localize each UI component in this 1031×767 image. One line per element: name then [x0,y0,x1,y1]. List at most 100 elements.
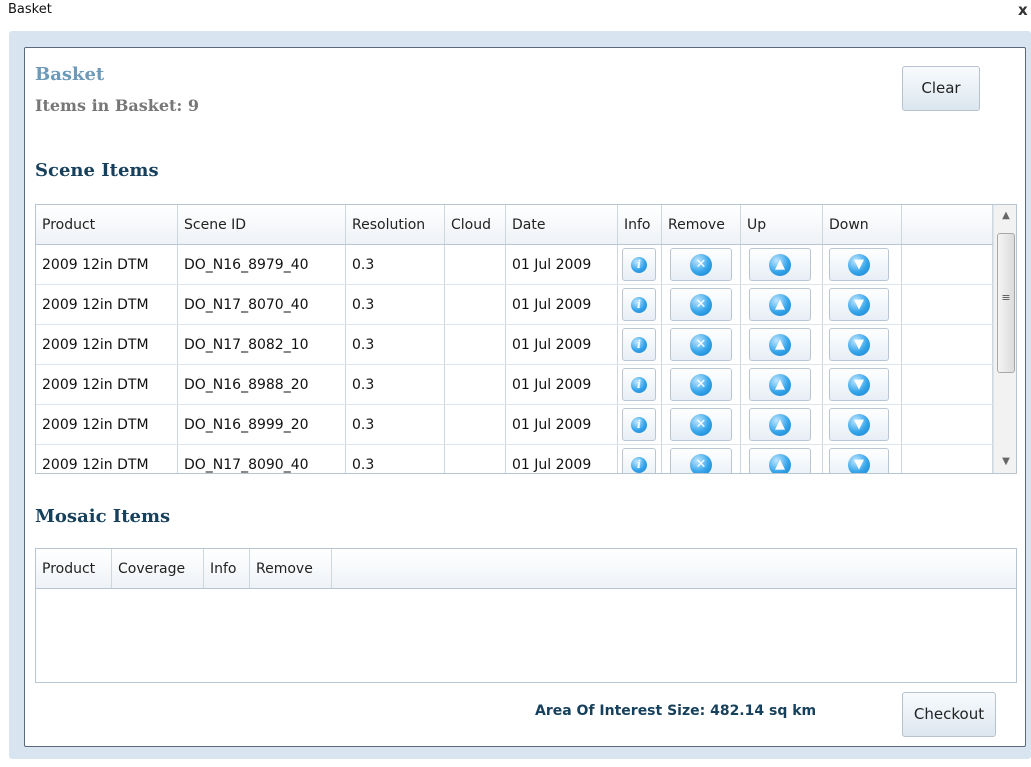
mosaic-items-heading: Mosaic Items [35,506,171,527]
info-button[interactable]: i [622,448,656,473]
cell-spacer [902,285,993,324]
move-down-button[interactable]: ▼ [829,448,889,473]
clear-button[interactable]: Clear [902,66,980,111]
move-down-icon: ▼ [848,333,870,356]
info-icon: i [631,296,647,313]
move-down-button[interactable]: ▼ [829,288,889,321]
window-title: Basket [8,2,52,17]
cell-info: i [618,445,662,473]
remove-icon: ✕ [690,373,712,396]
mosaic-items-table: Product Coverage Info Remove [35,548,1017,683]
column-header-scene-id[interactable]: Scene ID [178,205,346,244]
table-row[interactable]: 2009 12in DTM DO_N17_8082_10 0.3 01 Jul 200… [36,325,993,365]
move-down-button[interactable]: ▼ [829,248,889,281]
move-up-icon: ▲ [769,373,791,396]
scroll-up-arrow-icon[interactable]: ▲ [994,205,1016,227]
column-header-down: Down [823,205,902,244]
cell-date: 01 Jul 2009 [506,365,618,404]
cell-resolution: 0.3 [346,245,445,284]
info-button[interactable]: i [622,368,656,401]
cell-scene-id: DO_N16_8999_20 [178,405,346,444]
cell-cloud [445,325,506,364]
cell-date: 01 Jul 2009 [506,325,618,364]
checkout-button[interactable]: Checkout [902,692,996,737]
cell-remove: ✕ [662,245,741,284]
cell-resolution: 0.3 [346,285,445,324]
cell-spacer [902,325,993,364]
move-up-icon: ▲ [769,253,791,276]
info-icon: i [631,456,647,473]
scene-table-scrollbar[interactable]: ▲ ≡ ▼ [993,205,1016,473]
remove-button[interactable]: ✕ [670,368,732,401]
info-icon: i [631,416,647,433]
column-header-cloud[interactable]: Cloud [445,205,506,244]
move-up-button[interactable]: ▲ [749,328,811,361]
cell-spacer [902,365,993,404]
cell-down: ▼ [823,245,902,284]
column-header-resolution[interactable]: Resolution [346,205,445,244]
move-down-button[interactable]: ▼ [829,328,889,361]
area-of-interest-size: Area Of Interest Size: 482.14 sq km [535,703,817,719]
column-header-info: Info [618,205,662,244]
remove-button[interactable]: ✕ [670,288,732,321]
cell-product: 2009 12in DTM [36,325,178,364]
move-down-button[interactable]: ▼ [829,368,889,401]
info-button[interactable]: i [622,328,656,361]
column-header-remove: Remove [250,549,332,588]
cell-cloud [445,445,506,473]
cell-info: i [618,325,662,364]
remove-button[interactable]: ✕ [670,448,732,473]
cell-info: i [618,285,662,324]
window-titlebar: Basket x [0,0,1031,24]
cell-date: 01 Jul 2009 [506,445,618,473]
cell-spacer [902,445,993,473]
move-up-icon: ▲ [769,413,791,436]
cell-up: ▲ [741,325,823,364]
table-row[interactable]: 2009 12in DTM DO_N17_8070_40 0.3 01 Jul 200… [36,285,993,325]
table-row[interactable]: 2009 12in DTM DO_N16_8988_20 0.3 01 Jul 200… [36,365,993,405]
cell-remove: ✕ [662,365,741,404]
cell-down: ▼ [823,325,902,364]
move-down-icon: ▼ [848,453,870,473]
column-header-remove: Remove [662,205,741,244]
remove-icon: ✕ [690,413,712,436]
scrollbar-thumb[interactable]: ≡ [997,233,1015,373]
remove-button[interactable]: ✕ [670,328,732,361]
move-down-icon: ▼ [848,293,870,316]
column-header-product[interactable]: Product [36,549,112,588]
cell-product: 2009 12in DTM [36,445,178,473]
remove-icon: ✕ [690,293,712,316]
column-header-date[interactable]: Date [506,205,618,244]
info-icon: i [631,376,647,393]
table-row[interactable]: 2009 12in DTM DO_N16_8999_20 0.3 01 Jul 200… [36,405,993,445]
remove-button[interactable]: ✕ [670,248,732,281]
info-button[interactable]: i [622,408,656,441]
move-up-button[interactable]: ▲ [749,248,811,281]
cell-resolution: 0.3 [346,365,445,404]
scroll-down-arrow-icon[interactable]: ▼ [994,451,1016,473]
cell-down: ▼ [823,365,902,404]
move-up-icon: ▲ [769,453,791,473]
cell-down: ▼ [823,285,902,324]
cell-cloud [445,245,506,284]
move-up-button[interactable]: ▲ [749,368,811,401]
cell-cloud [445,365,506,404]
column-header-product[interactable]: Product [36,205,178,244]
move-up-button[interactable]: ▲ [749,288,811,321]
cell-remove: ✕ [662,445,741,473]
cell-up: ▲ [741,285,823,324]
column-header-coverage[interactable]: Coverage [112,549,204,588]
info-button[interactable]: i [622,248,656,281]
info-button[interactable]: i [622,288,656,321]
info-icon: i [631,256,647,273]
remove-button[interactable]: ✕ [670,408,732,441]
move-up-button[interactable]: ▲ [749,448,811,473]
table-row[interactable]: 2009 12in DTM DO_N16_8979_40 0.3 01 Jul 200… [36,245,993,285]
move-up-icon: ▲ [769,333,791,356]
column-header-spacer [902,205,993,244]
move-up-button[interactable]: ▲ [749,408,811,441]
scene-items-heading: Scene Items [35,160,159,181]
table-row[interactable]: 2009 12in DTM DO_N17_8090_40 0.3 01 Jul 200… [36,445,993,473]
move-down-button[interactable]: ▼ [829,408,889,441]
close-icon[interactable]: x [1018,1,1028,19]
